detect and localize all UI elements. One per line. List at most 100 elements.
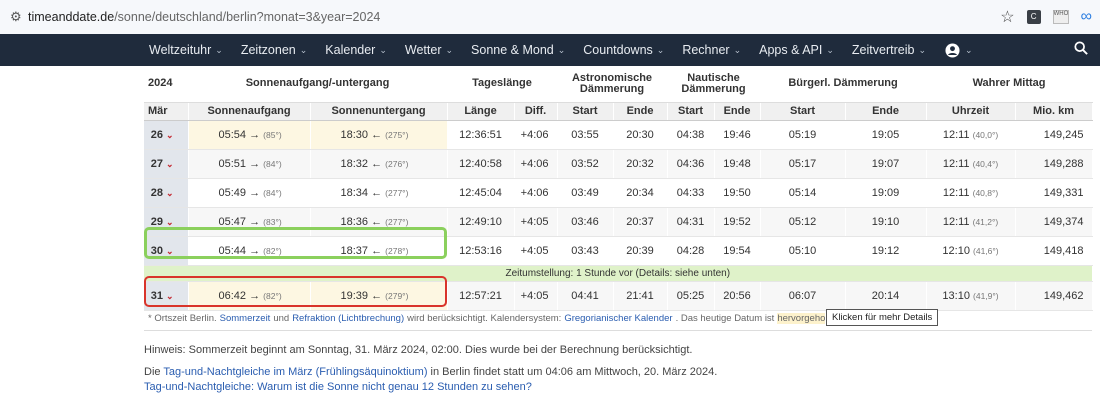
table-row[interactable]: 27 ⌄ 05:51 → (84°) 18:32 ← (276°) 12:40:58 +4… (144, 149, 1093, 179)
col-astro-end: Ende (613, 102, 668, 121)
sunrise-azimuth: (83°) (263, 216, 282, 227)
arrow-left-icon: ← (368, 157, 386, 170)
bookmark-star-icon[interactable]: ☆ (1000, 7, 1014, 27)
chevron-down-icon[interactable]: ⌄ (166, 130, 174, 140)
day-diff: +4:06 (514, 120, 558, 150)
link-equinox-why[interactable]: Tag-und-Nachtgleiche: Warum ist die Sonn… (144, 381, 532, 393)
sunrise-cell: 05:51 → (84°) (188, 149, 311, 179)
astro-end: 20:34 (613, 178, 668, 208)
noon-time: 12:11 (942, 157, 970, 170)
noon-time: 13:10 (942, 289, 970, 302)
sunset-cell: 18:34 ← (277°) (310, 178, 448, 208)
noon-altitude: (40,4°) (972, 158, 999, 169)
chevron-down-icon: ⌄ (826, 44, 834, 55)
sunrise-time: 05:47 (218, 215, 247, 228)
col-distance: Mio. km (1015, 102, 1093, 121)
link-refraktion[interactable]: Refraktion (Lichtbrechung) (292, 313, 404, 324)
day-diff: +4:05 (514, 236, 558, 266)
nav-item-countdowns[interactable]: Countdowns ⌄ (574, 43, 673, 57)
link-equinox[interactable]: Tag-und-Nachtgleiche im März (Frühlingsä… (163, 366, 427, 378)
nav-item-kalender[interactable]: Kalender ⌄ (316, 43, 396, 57)
civil-start: 06:07 (760, 281, 846, 311)
col-noon-time: Uhrzeit (926, 102, 1016, 121)
astro-start: 03:46 (557, 207, 614, 237)
main-nav: Weltzeituhr ⌄ Zeitzonen ⌄ Kalender ⌄ Wetter… (0, 34, 1100, 66)
noon-group-header: Wahrer Mittag (926, 66, 1093, 103)
civil-end: 20:14 (845, 281, 927, 311)
naut-group-header: Nautische Dämmerung (667, 66, 761, 103)
day-length: 12:40:58 (447, 149, 515, 179)
civil-end: 19:07 (845, 149, 927, 179)
link-kalender[interactable]: Gregorianischer Kalender (564, 313, 672, 324)
noon-cell: 12:10 (41,6°) (926, 236, 1016, 266)
naut-start: 04:38 (667, 120, 715, 150)
nav-item-wetter[interactable]: Wetter ⌄ (396, 43, 462, 57)
astro-start: 03:52 (557, 149, 614, 179)
civil-end: 19:05 (845, 120, 927, 150)
day-cell[interactable]: 26 ⌄ (144, 120, 189, 150)
table-row[interactable]: 26 ⌄ 05:54 → (85°) 18:30 ← (275°) 12:36:51 +4… (144, 120, 1093, 150)
naut-end: 19:52 (714, 207, 761, 237)
col-civil-end: Ende (845, 102, 927, 121)
site-info-icon[interactable]: ⚙ (10, 9, 28, 25)
naut-end: 20:56 (714, 281, 761, 311)
chevron-down-icon[interactable]: ⌄ (166, 188, 174, 198)
naut-start: 05:25 (667, 281, 715, 311)
sun-table-container: 2024 Sonnenaufgang/-untergang Tageslänge… (144, 66, 1093, 311)
nav-item-zeitzonen[interactable]: Zeitzonen ⌄ (232, 43, 316, 57)
arrow-right-icon: → (246, 157, 264, 170)
naut-start: 04:28 (667, 236, 715, 266)
naut-end: 19:50 (714, 178, 761, 208)
astro-start: 03:49 (557, 178, 614, 208)
noon-cell: 12:11 (40,0°) (926, 120, 1016, 150)
day-cell[interactable]: 27 ⌄ (144, 149, 189, 179)
sun-distance: 149,418 (1015, 236, 1093, 266)
chevron-down-icon[interactable]: ⌄ (166, 217, 174, 227)
account-menu[interactable]: ⌄ (945, 42, 973, 58)
civil-start: 05:14 (760, 178, 846, 208)
day-number: 27 (150, 157, 163, 170)
day-cell[interactable]: 28 ⌄ (144, 178, 189, 208)
day-length: 12:49:10 (447, 207, 515, 237)
highlight-box-red (144, 276, 447, 307)
arrow-right-icon: → (246, 128, 264, 141)
chevron-down-icon: ⌄ (299, 44, 308, 55)
chevron-down-icon[interactable]: ⌄ (166, 159, 174, 169)
civil-start: 05:12 (760, 207, 846, 237)
nav-item-sonne-mond[interactable]: Sonne & Mond ⌄ (462, 43, 574, 57)
sunset-time: 18:34 (340, 186, 369, 199)
infinity-extension-icon[interactable]: ∞ (1081, 8, 1092, 26)
daylength-group-header: Tageslänge (447, 66, 558, 103)
noon-time: 12:11 (942, 215, 970, 228)
table-row[interactable]: 28 ⌄ 05:49 → (84°) 18:34 ← (277°) 12:45:04 +4… (144, 178, 1093, 208)
address-bar[interactable]: ⚙ timeanddate.de/sonne/deutschland/berli… (0, 0, 1100, 34)
arrow-left-icon: ← (368, 128, 386, 141)
nav-item-weltzeituhr[interactable]: Weltzeituhr ⌄ (140, 43, 232, 57)
day-diff: +4:05 (514, 207, 558, 237)
sunset-time: 18:30 (340, 128, 369, 141)
noon-time: 12:11 (942, 128, 970, 141)
nav-item-zeitvertreib[interactable]: Zeitvertreib ⌄ (843, 43, 935, 57)
link-sommerzeit[interactable]: Sommerzeit (220, 313, 271, 324)
sun-group-header: Sonnenaufgang/-untergang (188, 66, 448, 103)
sun-distance: 149,245 (1015, 120, 1093, 150)
tooltip: Klicken für mehr Details (826, 309, 939, 326)
nav-item-apps-api[interactable]: Apps & API ⌄ (750, 43, 843, 57)
civil-start: 05:17 (760, 149, 846, 179)
extension-icon[interactable]: C (1026, 10, 1041, 24)
col-civil-start: Start (760, 102, 846, 121)
chevron-down-icon: ⌄ (656, 44, 665, 55)
search-icon[interactable] (1074, 41, 1088, 55)
equinox-info: Die Tag-und-Nachtgleiche im März (Frühli… (144, 366, 718, 378)
sun-distance: 149,288 (1015, 149, 1093, 179)
col-diff: Diff. (514, 102, 558, 121)
dst-hint: Hinweis: Sommerzeit beginnt am Sonntag, … (144, 344, 693, 356)
nav-item-rechner[interactable]: Rechner ⌄ (673, 43, 750, 57)
url-text[interactable]: timeanddate.de/sonne/deutschland/berlin?… (28, 10, 380, 24)
day-length: 12:45:04 (447, 178, 515, 208)
extension-who-icon[interactable]: WHO (1052, 10, 1069, 24)
chevron-down-icon: ⌄ (733, 44, 742, 55)
sunrise-azimuth: (84°) (263, 158, 282, 169)
civil-end: 19:09 (845, 178, 927, 208)
sun-distance: 149,462 (1015, 281, 1093, 311)
